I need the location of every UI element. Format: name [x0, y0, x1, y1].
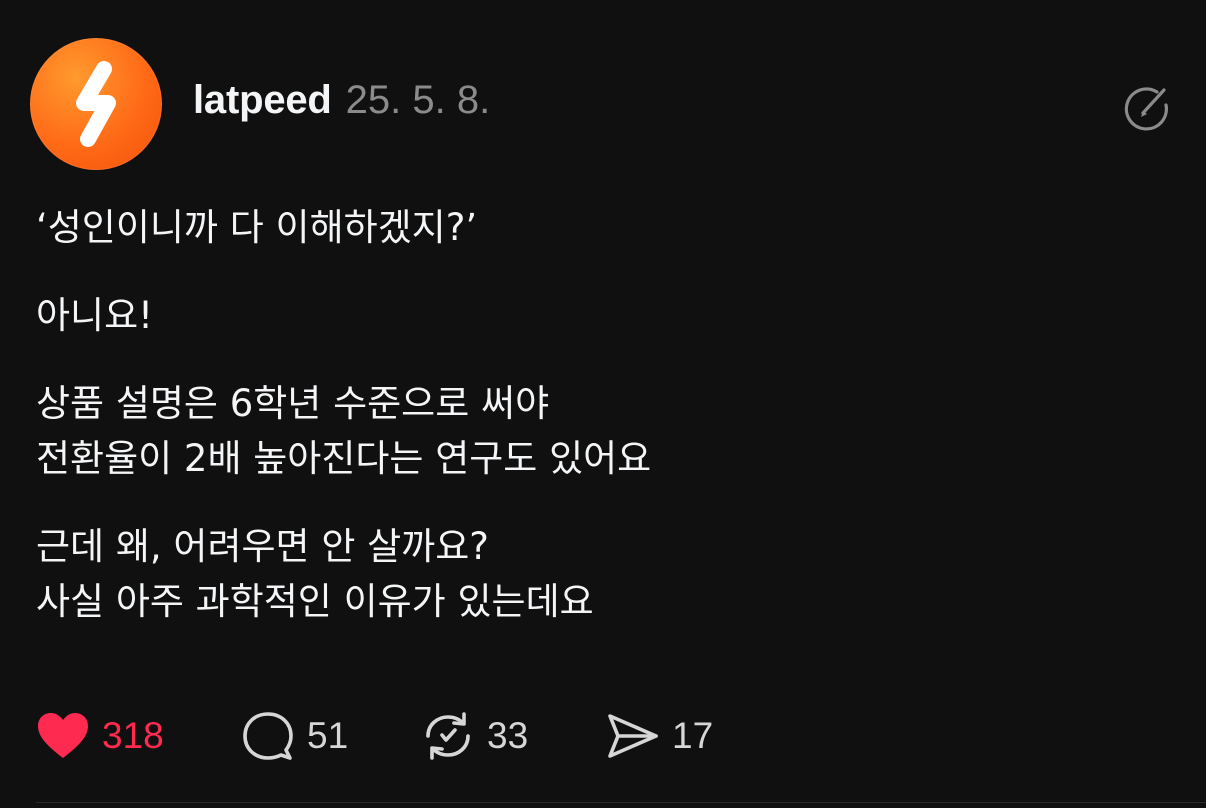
like-count: 318 [102, 715, 164, 756]
text-line: 근데 왜, 어려우면 안 살까요? [36, 525, 489, 568]
avatar[interactable] [30, 38, 162, 170]
share-count: 17 [672, 715, 714, 756]
edit-button[interactable] [1118, 80, 1174, 136]
action-bar: 318 51 33 17 [36, 708, 726, 764]
paragraph: 상품 설명은 6학년 수준으로 써야 전환율이 2배 높아진다는 연구도 있어요 [36, 376, 1166, 486]
text-line: 전환율이 2배 높아진다는 연구도 있어요 [36, 437, 652, 480]
post-body: ‘성인이니까 다 이해하겠지?’ 아니요! 상품 설명은 6학년 수준으로 써야… [36, 200, 1166, 662]
comment-button[interactable]: 51 [241, 710, 421, 762]
divider [36, 802, 1206, 803]
lightning-s-logo-icon [76, 61, 116, 147]
text-line: 아니요! [36, 294, 153, 337]
post-date: 25. 5. 8. [345, 78, 491, 122]
paragraph: ‘성인이니까 다 이해하겠지?’ [36, 200, 1166, 255]
text-line: 상품 설명은 6학년 수준으로 써야 [36, 382, 550, 425]
send-icon [608, 714, 658, 758]
username[interactable]: latpeed [193, 78, 332, 123]
like-button[interactable]: 318 [36, 711, 241, 761]
thread-post: latpeed 25. 5. 8. ‘성인이니까 다 이해하겠지?’ 아니요! … [0, 0, 1206, 808]
share-button[interactable]: 17 [606, 711, 726, 761]
post-header: latpeed 25. 5. 8. [193, 78, 490, 130]
comment-count: 51 [307, 715, 349, 756]
heart-icon [38, 713, 88, 758]
text-line: 사실 아주 과학적인 이유가 있는데요 [36, 580, 594, 623]
edit-circle-icon [1124, 87, 1168, 131]
repost-icon [426, 712, 470, 760]
repost-count: 33 [487, 715, 529, 756]
paragraph: 근데 왜, 어려우면 안 살까요? 사실 아주 과학적인 이유가 있는데요 [36, 519, 1166, 629]
paragraph: 아니요! [36, 288, 1166, 343]
comment-bubble-icon [243, 712, 293, 760]
text-line: ‘성인이니까 다 이해하겠지?’ [36, 206, 478, 249]
repost-button[interactable]: 33 [421, 709, 606, 763]
